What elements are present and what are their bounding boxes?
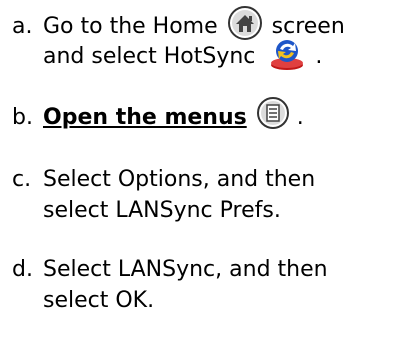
- step-a: a. Go to the Home screen and select HotS…: [0, 6, 404, 82]
- step-d: d. Select LANSync, and then select OK.: [0, 255, 404, 319]
- step-d-line-2: select OK.: [43, 288, 155, 313]
- step-marker: c.: [12, 167, 32, 192]
- step-b: b. Open the menus .: [0, 97, 404, 139]
- open-menus-link[interactable]: Open the menus: [43, 105, 247, 130]
- step-marker: d.: [12, 257, 33, 282]
- hotsync-icon: [268, 36, 306, 72]
- step-marker: a.: [12, 14, 33, 39]
- step-text: and select HotSync: [43, 44, 256, 69]
- step-c: c. Select Options, and then select LANSy…: [0, 165, 404, 229]
- step-text: .: [296, 105, 304, 130]
- step-d-line-1: Select LANSync, and then: [43, 257, 328, 282]
- step-c-line-1: Select Options, and then: [43, 167, 316, 192]
- step-text: .: [315, 44, 323, 69]
- step-marker: b.: [12, 105, 33, 130]
- menu-icon: [256, 96, 290, 130]
- step-a-line-2: and select HotSync .: [43, 40, 323, 72]
- step-c-line-2: select LANSync Prefs.: [43, 198, 281, 223]
- step-b-line-1: Open the menus .: [43, 97, 304, 133]
- home-icon: [227, 5, 263, 41]
- step-text: Go to the Home: [43, 14, 218, 39]
